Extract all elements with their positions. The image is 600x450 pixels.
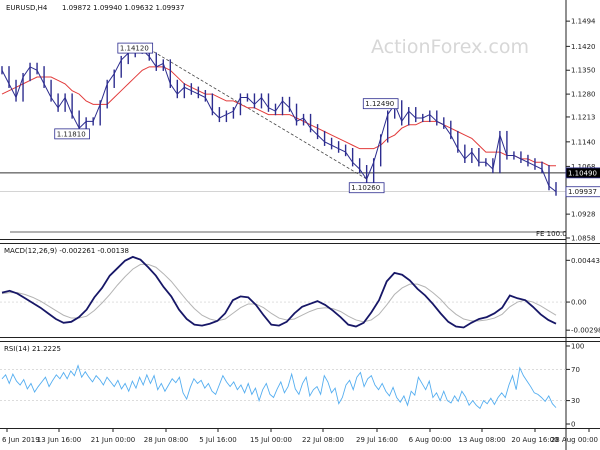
rsi-ytick-label: 100 xyxy=(571,343,584,351)
price-ytick-label: 1.1350 xyxy=(571,67,596,75)
price-ytick-label: 1.1494 xyxy=(571,18,596,26)
price-ytick-label: 1.1420 xyxy=(571,43,596,51)
x-tick-label: 28 Jun 08:00 xyxy=(144,436,188,444)
price-annotation-label: 1.11810 xyxy=(57,130,86,138)
rsi-ytick-label: 0 xyxy=(571,421,575,429)
rsi-ytick-label: 70 xyxy=(571,366,580,374)
macd-signal-line xyxy=(1,263,557,323)
moving-average-line xyxy=(1,66,556,167)
macd-ytick-label: 0.004435 xyxy=(571,257,600,265)
x-tick-label: 6 Aug 00:00 xyxy=(409,436,452,444)
chart-root: ActionForex.com EURUSD,H4 1.09872 1.0994… xyxy=(0,0,600,450)
chart-canvas: ActionForex.com EURUSD,H4 1.09872 1.0994… xyxy=(0,0,600,450)
price-annotation-label: 1.12490 xyxy=(365,100,394,108)
price-line xyxy=(1,49,557,193)
price-ytick-label: 1.1140 xyxy=(571,138,596,146)
x-tick-label: 13 Aug 08:00 xyxy=(458,436,505,444)
x-tick-label: 13 Jun 16:00 xyxy=(37,436,81,444)
ohlc-label: 1.09872 1.09940 1.09632 1.09937 xyxy=(62,4,184,12)
price-ytick-label: 1.0858 xyxy=(571,235,596,243)
macd-ytick-label: 0.00 xyxy=(571,299,587,307)
price-ytick-label: 1.0928 xyxy=(571,211,596,219)
x-tick-label: 21 Jun 00:00 xyxy=(91,436,135,444)
x-tick-label: 22 Jul 08:00 xyxy=(302,436,344,444)
price-annotation-label: 1.14120 xyxy=(120,45,149,53)
price-ytick-label: 1.1280 xyxy=(571,91,596,99)
price-annotation-label: 1.10260 xyxy=(351,184,380,192)
symbol-label: EURUSD,H4 xyxy=(6,4,48,12)
x-tick-label: 15 Jul 00:00 xyxy=(250,436,292,444)
x-tick-label: 29 Jul 16:00 xyxy=(356,436,398,444)
price-annotation-label: 1.10490 xyxy=(568,169,597,177)
price-ytick-label: 1.1213 xyxy=(571,113,596,121)
macd-title: MACD(12,26,9) -0.002261 -0.00138 xyxy=(4,247,129,255)
rsi-line xyxy=(1,364,557,410)
x-tick-label: 5 Jul 16:00 xyxy=(199,436,237,444)
x-tick-label: 6 Jun 2019 xyxy=(2,436,40,444)
rsi-title: RSI(14) 21.2225 xyxy=(4,345,61,353)
rsi-panel: 100 70 30 0 xyxy=(0,343,584,429)
fe-label: FE 100.0 xyxy=(536,230,567,238)
x-tick-label: 28 Aug 00:00 xyxy=(551,436,598,444)
macd-ytick-label: -0.002988 xyxy=(571,327,600,335)
watermark-text: ActionForex.com xyxy=(371,36,529,58)
x-axis: 6 Jun 201913 Jun 16:00 21 Jun 00:00 28 Jun… xyxy=(2,428,598,444)
price-annotation-label: 1.09937 xyxy=(568,188,597,196)
trendline xyxy=(149,48,367,180)
macd-panel: 0.004435 0.00 -0.002988 xyxy=(0,255,600,335)
rsi-ytick-label: 30 xyxy=(571,397,580,405)
